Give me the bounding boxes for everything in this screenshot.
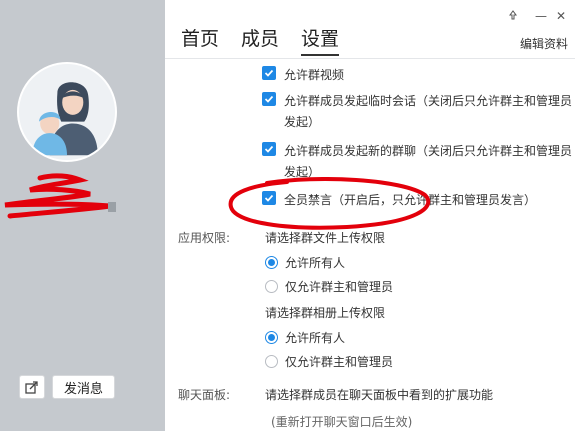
tab-bar: 首页 成员 设置 xyxy=(181,24,361,56)
tab-settings[interactable]: 设置 xyxy=(301,24,340,56)
group-profile-panel: 发消息 xyxy=(0,0,165,431)
chat-panel-description: 请选择群成员在聊天面板中看到的扩展功能 xyxy=(265,388,494,402)
allow-group-video-option[interactable]: 允许群视频 xyxy=(262,65,574,86)
album-upload-allow-all-label: 允许所有人 xyxy=(285,331,346,345)
album-upload-admin-only-option[interactable]: 仅允许群主和管理员 xyxy=(265,353,393,370)
pin-icon[interactable] xyxy=(507,9,519,24)
tab-members[interactable]: 成员 xyxy=(241,24,279,56)
allow-new-group-chat-label: 允许群成员发起新的群聊（关闭后只允许群主和管理员发起） xyxy=(284,144,573,179)
album-upload-allow-all-option[interactable]: 允许所有人 xyxy=(265,329,345,346)
allow-new-group-chat-option[interactable]: 允许群成员发起新的群聊（关闭后只允许群主和管理员发起） xyxy=(262,141,574,183)
group-avatar-icon xyxy=(19,64,115,160)
redacted-group-name xyxy=(0,170,130,220)
file-upload-permission-label: 请选择群文件上传权限 xyxy=(265,231,386,245)
album-upload-permission-label: 请选择群相册上传权限 xyxy=(265,306,386,320)
album-upload-admin-only-label: 仅允许群主和管理员 xyxy=(285,355,394,369)
radio-unselected-icon[interactable] xyxy=(265,280,278,293)
chat-panel-label: 聊天面板: xyxy=(178,388,231,402)
checkbox-checked-icon[interactable] xyxy=(262,66,276,80)
close-button[interactable]: ✕ xyxy=(556,9,566,23)
file-upload-admin-only-label: 仅允许群主和管理员 xyxy=(285,280,394,294)
chat-panel-note: (重新打开聊天窗口后生效) xyxy=(271,415,413,429)
mute-all-label: 全员禁言（开启后，只允许群主和管理员发言） xyxy=(284,193,537,207)
minimize-button[interactable]: — xyxy=(535,9,547,23)
settings-content: 允许群视频 允许群成员发起临时会话（关闭后只允许群主和管理员发起） 允许群成员发… xyxy=(165,59,575,431)
radio-unselected-icon[interactable] xyxy=(265,355,278,368)
allow-temp-session-option[interactable]: 允许群成员发起临时会话（关闭后只允许群主和管理员发起） xyxy=(262,91,574,133)
radio-selected-icon[interactable] xyxy=(265,256,278,269)
send-message-button[interactable]: 发消息 xyxy=(52,375,115,399)
file-upload-allow-all-label: 允许所有人 xyxy=(285,256,346,270)
tab-home[interactable]: 首页 xyxy=(181,24,219,56)
settings-panel: 首页 成员 设置 — ✕ 编辑资料 允许群视频 允许群成员发起临时会话（关闭后只… xyxy=(165,0,575,431)
file-upload-admin-only-option[interactable]: 仅允许群主和管理员 xyxy=(265,278,393,295)
allow-temp-session-label: 允许群成员发起临时会话（关闭后只允许群主和管理员发起） xyxy=(284,94,573,129)
edit-profile-link[interactable]: 编辑资料 xyxy=(520,35,568,52)
checkbox-checked-icon[interactable] xyxy=(262,92,276,106)
allow-group-video-label: 允许群视频 xyxy=(284,68,345,82)
radio-selected-icon[interactable] xyxy=(265,331,278,344)
group-avatar xyxy=(17,62,117,162)
app-permissions-label: 应用权限: xyxy=(178,231,231,245)
share-button[interactable] xyxy=(19,375,45,399)
checkbox-checked-icon[interactable] xyxy=(262,142,276,156)
file-upload-allow-all-option[interactable]: 允许所有人 xyxy=(265,254,345,271)
mute-all-option[interactable]: 全员禁言（开启后，只允许群主和管理员发言） xyxy=(262,190,574,211)
share-icon xyxy=(25,381,38,394)
checkbox-checked-icon[interactable] xyxy=(262,191,276,205)
